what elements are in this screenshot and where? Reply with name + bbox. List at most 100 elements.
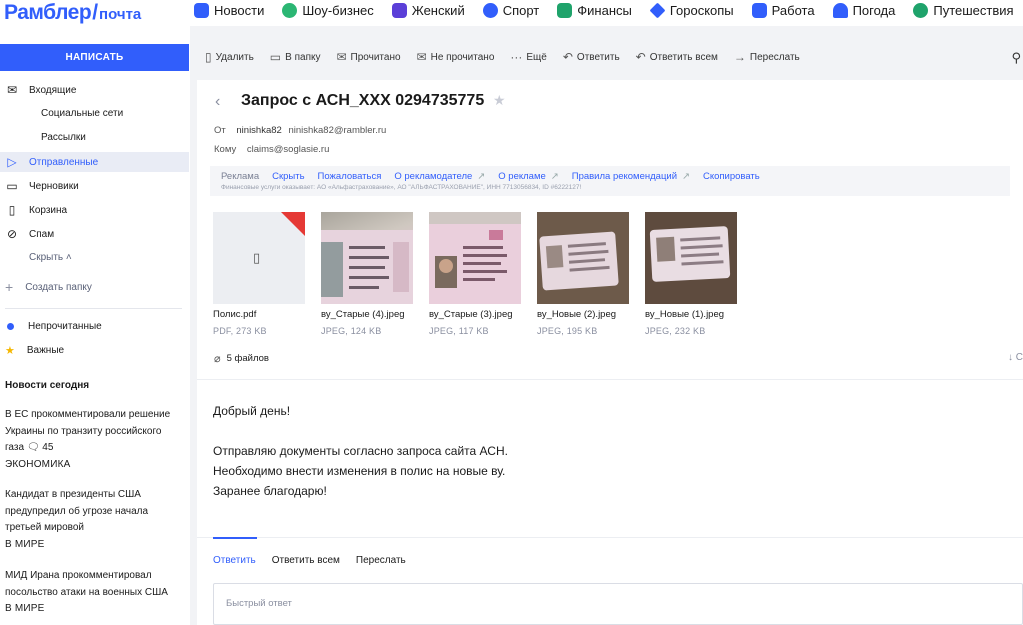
attachment-thumbnail[interactable]: [537, 212, 629, 304]
umbrella-icon: [832, 3, 848, 18]
divider: [5, 308, 182, 309]
move-to-folder-button[interactable]: ▭ В папку: [270, 50, 321, 64]
more-button[interactable]: ··· Ещё: [510, 50, 546, 64]
open-envelope-icon: ✉: [336, 50, 347, 64]
attachment-meta: PDF, 273 KB: [213, 326, 267, 336]
nav-news[interactable]: Новости: [194, 3, 264, 18]
send-icon: ▷: [7, 155, 17, 169]
mark-read-button[interactable]: ✉ Прочитано: [336, 50, 400, 64]
nav-showbiz[interactable]: Шоу-бизнес: [282, 3, 374, 18]
tb-label: Ещё: [526, 51, 547, 63]
sender-name[interactable]: ninishka82: [236, 125, 281, 136]
pdf-badge-icon: [281, 212, 305, 236]
news-item[interactable]: В ЕС прокомментировали решение Украины п…: [5, 407, 183, 473]
microphone-icon: [282, 3, 298, 18]
body-line: Отправляю документы согласно запроса сай…: [213, 444, 508, 458]
folder-drafts[interactable]: ▭ Черновики: [0, 176, 189, 196]
attachment-thumbnail[interactable]: [429, 212, 521, 304]
reply-all-button[interactable]: ↶ Ответить всем: [636, 50, 718, 64]
tab-reply[interactable]: Ответить: [213, 555, 256, 566]
news-category: ЭКОНОМИКА: [5, 458, 71, 470]
news-item[interactable]: Кандидат в президенты США предупредил об…: [5, 487, 183, 553]
back-arrow-icon[interactable]: ‹: [215, 93, 220, 111]
body-line: Заранее благодарю!: [213, 484, 327, 498]
license-photo: [321, 230, 413, 304]
nav-women[interactable]: Женский: [391, 3, 465, 18]
nav-finance[interactable]: Финансы: [557, 3, 632, 18]
quick-reply-input[interactable]: Быстрый ответ: [213, 583, 1023, 625]
logo-slash: /: [92, 1, 99, 24]
tb-label: Не прочитано: [430, 51, 495, 63]
ball-icon: [482, 3, 498, 18]
attachment-meta: JPEG, 124 KB: [321, 326, 382, 336]
star-icon: [649, 2, 666, 19]
search-icon[interactable]: ⚲: [1011, 50, 1021, 66]
folder-mailings[interactable]: Рассылки: [41, 132, 86, 143]
recipient-email[interactable]: claims@soglasie.ru: [247, 144, 330, 155]
logo-brand: Рамблер: [4, 1, 92, 24]
travel-icon: [913, 3, 929, 18]
top-nav: Новости Шоу-бизнес Женский Спорт Финансы…: [194, 2, 1023, 19]
nav-horoscope[interactable]: Гороскопы: [649, 2, 734, 19]
mark-unread-button[interactable]: ✉ Не прочитано: [417, 50, 495, 64]
hide-folders-link[interactable]: Скрыть ˄: [29, 252, 72, 263]
news-text: МИД Ирана прокомментировал посольство ат…: [5, 570, 168, 598]
folder-icon: ▭: [269, 50, 282, 64]
nav-weather[interactable]: Погода: [832, 3, 895, 18]
ad-copy-link[interactable]: Скопировать: [703, 171, 760, 182]
tab-forward[interactable]: Переслать: [356, 555, 406, 566]
attachment-name: ву_Старые (3).jpeg: [429, 309, 513, 320]
nav-travel[interactable]: Путешествия: [913, 3, 1014, 18]
sender-email[interactable]: ninishka82@rambler.ru: [288, 125, 386, 136]
attachment-thumbnail[interactable]: [321, 212, 413, 304]
create-folder-button[interactable]: + Создать папку: [5, 279, 92, 295]
attachment-pdf[interactable]: ▯ Полис.pdf PDF, 273 KB: [213, 212, 305, 336]
folder-label: Отправленные: [29, 156, 99, 168]
attachment-image[interactable]: ву_Старые (4).jpeg JPEG, 124 KB: [321, 212, 413, 336]
ad-complain-link[interactable]: Пожаловаться: [318, 171, 382, 182]
news-icon: [194, 3, 209, 18]
label-important[interactable]: ★ Важные: [5, 344, 64, 357]
favorite-star-icon[interactable]: ★: [493, 92, 506, 109]
nav-work[interactable]: Работа: [751, 3, 815, 18]
reply-button[interactable]: ↶ Ответить: [563, 50, 620, 64]
attachment-meta: JPEG, 195 KB: [537, 326, 598, 336]
attachment-thumbnail[interactable]: ▯: [213, 212, 305, 304]
folder-sent[interactable]: ▷ Отправленные: [0, 152, 189, 172]
attachment-thumbnail[interactable]: [645, 212, 737, 304]
attachment-image[interactable]: ву_Новые (1).jpeg JPEG, 232 KB: [645, 212, 737, 336]
download-all-icon[interactable]: ↓ С: [1008, 352, 1023, 363]
ad-advertiser-link[interactable]: О рекламодателе: [394, 171, 472, 182]
news-title: Новости сегодня: [5, 380, 90, 391]
ad-rules-link[interactable]: Правила рекомендаций: [572, 171, 677, 182]
briefcase-icon: [751, 3, 767, 18]
tab-reply-all[interactable]: Ответить всем: [272, 555, 340, 566]
from-row: От ninishka82 ninishka82@rambler.ru: [214, 125, 386, 136]
attachment-image[interactable]: ву_Старые (3).jpeg JPEG, 117 KB: [429, 212, 521, 336]
news-item[interactable]: МИД Ирана прокомментировал посольство ат…: [5, 568, 183, 618]
logo[interactable]: Рамблер / почта: [4, 1, 141, 24]
folder-social[interactable]: Социальные сети: [41, 108, 123, 119]
folder-label: Спам: [29, 228, 55, 240]
forward-button[interactable]: → Переслать: [734, 50, 800, 64]
nav-sport[interactable]: Спорт: [482, 3, 539, 18]
folder-trash[interactable]: ▯ Корзина: [0, 200, 189, 220]
from-label: От: [214, 125, 226, 136]
label-unread[interactable]: Непрочитанные: [5, 321, 102, 332]
nav-label: Гороскопы: [669, 3, 734, 18]
divider: [197, 379, 1023, 380]
body-line: Необходимо внести изменения в полис на н…: [213, 464, 506, 478]
chevron-up-icon: ˄: [65, 252, 72, 263]
attachment-image[interactable]: ву_Новые (2).jpeg JPEG, 195 KB: [537, 212, 629, 336]
compose-button[interactable]: НАПИСАТЬ: [0, 44, 189, 71]
attachment-name: ву_Старые (4).jpeg: [321, 309, 405, 320]
ad-hide-link[interactable]: Скрыть: [272, 171, 304, 182]
tb-label: Удалить: [215, 51, 254, 63]
attachment-name: ву_Новые (2).jpeg: [537, 309, 617, 320]
trash-icon: ▯: [8, 203, 16, 217]
files-count-label: 5 файлов: [226, 353, 269, 364]
ad-about-link[interactable]: О рекламе: [498, 171, 546, 182]
folder-spam[interactable]: ⊘ Спам: [0, 224, 189, 244]
delete-button[interactable]: ▯ Удалить: [205, 50, 254, 64]
folder-inbox[interactable]: ✉ Входящие: [0, 80, 189, 100]
